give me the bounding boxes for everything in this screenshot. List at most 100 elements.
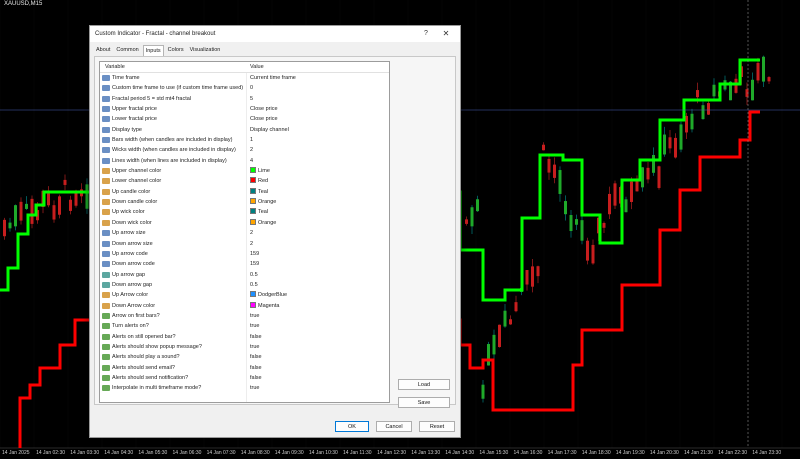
help-icon[interactable]: ? (420, 26, 432, 42)
table-row[interactable]: Up arrow code 159 (100, 249, 389, 259)
table-row[interactable]: Alerts should play a sound? false (100, 352, 389, 362)
table-row[interactable]: Up arrow gap 0.5 (100, 270, 389, 280)
row-value[interactable]: true (250, 342, 259, 352)
candle-body (63, 179, 67, 185)
row-variable-label: Alerts should send email? (112, 364, 175, 371)
row-value[interactable]: Teal (250, 187, 268, 197)
column-header-variable: Variable (105, 64, 125, 70)
candle-body (547, 158, 551, 173)
row-value[interactable]: Orange (250, 197, 276, 207)
table-row[interactable]: Time frame Current time frame (100, 73, 389, 83)
row-value-text: true (250, 385, 260, 392)
table-row[interactable]: Fractal period 5 = std mt4 fractal 5 (100, 94, 389, 104)
row-value-text: 5 (250, 95, 254, 102)
row-value[interactable]: Display channel (250, 125, 289, 135)
table-row[interactable]: Arrow on first bars? true (100, 311, 389, 321)
table-row[interactable]: Alerts should show popup message? true (100, 342, 389, 352)
row-value[interactable]: 159 (250, 249, 259, 259)
candle-body (767, 77, 771, 82)
tab-colors[interactable]: Colors (166, 45, 186, 56)
load-button[interactable]: Load (398, 379, 450, 390)
row-value[interactable]: Orange (250, 218, 276, 228)
table-row[interactable]: Wicks width (when candles are included i… (100, 145, 389, 155)
row-value[interactable]: 2 (250, 228, 253, 238)
candle-body (575, 219, 578, 225)
candle-body (591, 244, 595, 264)
row-value-text: Close price (250, 116, 278, 123)
ok-button[interactable]: OK (335, 421, 369, 432)
time-axis-label: 14 Jan 04:30 (104, 450, 134, 456)
inputs-table[interactable]: Variable Value Time frame Current time fr… (99, 61, 390, 403)
row-value[interactable]: false (250, 352, 262, 362)
time-axis-label: 14 Jan 21:30 (684, 450, 713, 456)
row-value[interactable]: 0.5 (250, 270, 258, 280)
row-value[interactable]: 0 (250, 83, 253, 93)
row-value[interactable]: Teal (250, 207, 268, 217)
table-row[interactable]: Up Arrow color DodgerBlue (100, 290, 389, 300)
tab-visualization[interactable]: Visualization (188, 45, 223, 56)
table-row[interactable]: Alerts should send notification? false (100, 373, 389, 383)
table-row[interactable]: Alerts should send email? false (100, 363, 389, 373)
row-value[interactable]: 5 (250, 94, 253, 104)
row-value[interactable]: Red (250, 176, 268, 186)
row-value[interactable]: 4 (250, 156, 253, 166)
row-value[interactable]: true (250, 383, 259, 393)
tab-inputs[interactable]: Inputs (142, 45, 164, 56)
tab-about[interactable]: About (94, 45, 112, 56)
row-value[interactable]: false (250, 363, 262, 373)
table-row[interactable]: Display type Display channel (100, 125, 389, 135)
table-row[interactable]: Up arrow size 2 (100, 228, 389, 238)
row-value[interactable]: false (250, 332, 262, 342)
time-axis-label: 14 Jan 15:30 (479, 450, 509, 456)
save-button[interactable]: Save (398, 397, 450, 408)
row-value[interactable]: false (250, 373, 262, 383)
table-row[interactable]: Turn alerts on? true (100, 321, 389, 331)
row-value[interactable]: Current time frame (250, 73, 296, 83)
table-row[interactable]: Interpolate in multi timeframe mode? true (100, 383, 389, 393)
table-row[interactable]: Down candle color Orange (100, 197, 389, 207)
table-row[interactable]: Down wick color Orange (100, 218, 389, 228)
table-row[interactable]: Down arrow gap 0.5 (100, 280, 389, 290)
table-row[interactable]: Down arrow code 159 (100, 259, 389, 269)
row-value-text: true (250, 312, 260, 319)
candle-body (679, 124, 683, 150)
row-value[interactable]: 2 (250, 145, 253, 155)
cancel-button[interactable]: Cancel (376, 421, 412, 432)
row-value[interactable]: true (250, 321, 259, 331)
table-row[interactable]: Up wick color Teal (100, 207, 389, 217)
row-variable-label: Lower channel color (112, 178, 162, 185)
row-value[interactable]: DodgerBlue (250, 290, 287, 300)
row-value[interactable]: 0.5 (250, 280, 258, 290)
row-value[interactable]: Close price (250, 104, 278, 114)
row-variable-label: Up arrow size (112, 230, 146, 237)
row-variable-label: Down arrow size (112, 240, 153, 247)
row-value[interactable]: 2 (250, 239, 253, 249)
int-type-icon (102, 126, 110, 133)
table-row[interactable]: Up candle color Teal (100, 187, 389, 197)
row-value[interactable]: Lime (250, 166, 270, 176)
tab-common[interactable]: Common (114, 45, 140, 56)
table-row[interactable]: Down Arrow color Magenta (100, 301, 389, 311)
row-value[interactable]: 159 (250, 259, 259, 269)
table-row[interactable]: Upper channel color Lime (100, 166, 389, 176)
candle-body (564, 201, 567, 215)
table-row[interactable]: Lines width (when lines are included in … (100, 156, 389, 166)
table-row[interactable]: Lower fractal price Close price (100, 114, 389, 124)
row-variable-label: Up arrow gap (112, 271, 146, 278)
close-icon[interactable]: ✕ (440, 26, 452, 42)
row-value[interactable]: 1 (250, 135, 253, 145)
table-row[interactable]: Lower channel color Red (100, 176, 389, 186)
table-row[interactable]: Down arrow size 2 (100, 239, 389, 249)
table-row[interactable]: Alerts on still opened bar? false (100, 332, 389, 342)
table-row[interactable]: Upper fractal price Close price (100, 104, 389, 114)
row-value[interactable]: true (250, 311, 259, 321)
row-variable-label: Lower fractal price (112, 116, 157, 123)
row-value[interactable]: Close price (250, 114, 278, 124)
candle-body (624, 199, 628, 213)
table-row[interactable]: Custom time frame to use (if custom time… (100, 83, 389, 93)
row-variable-label: Upper fractal price (112, 106, 157, 113)
candle-body (712, 84, 716, 97)
reset-button[interactable]: Reset (419, 421, 455, 432)
table-row[interactable]: Bars width (when candles are included in… (100, 135, 389, 145)
row-value[interactable]: Magenta (250, 301, 279, 311)
